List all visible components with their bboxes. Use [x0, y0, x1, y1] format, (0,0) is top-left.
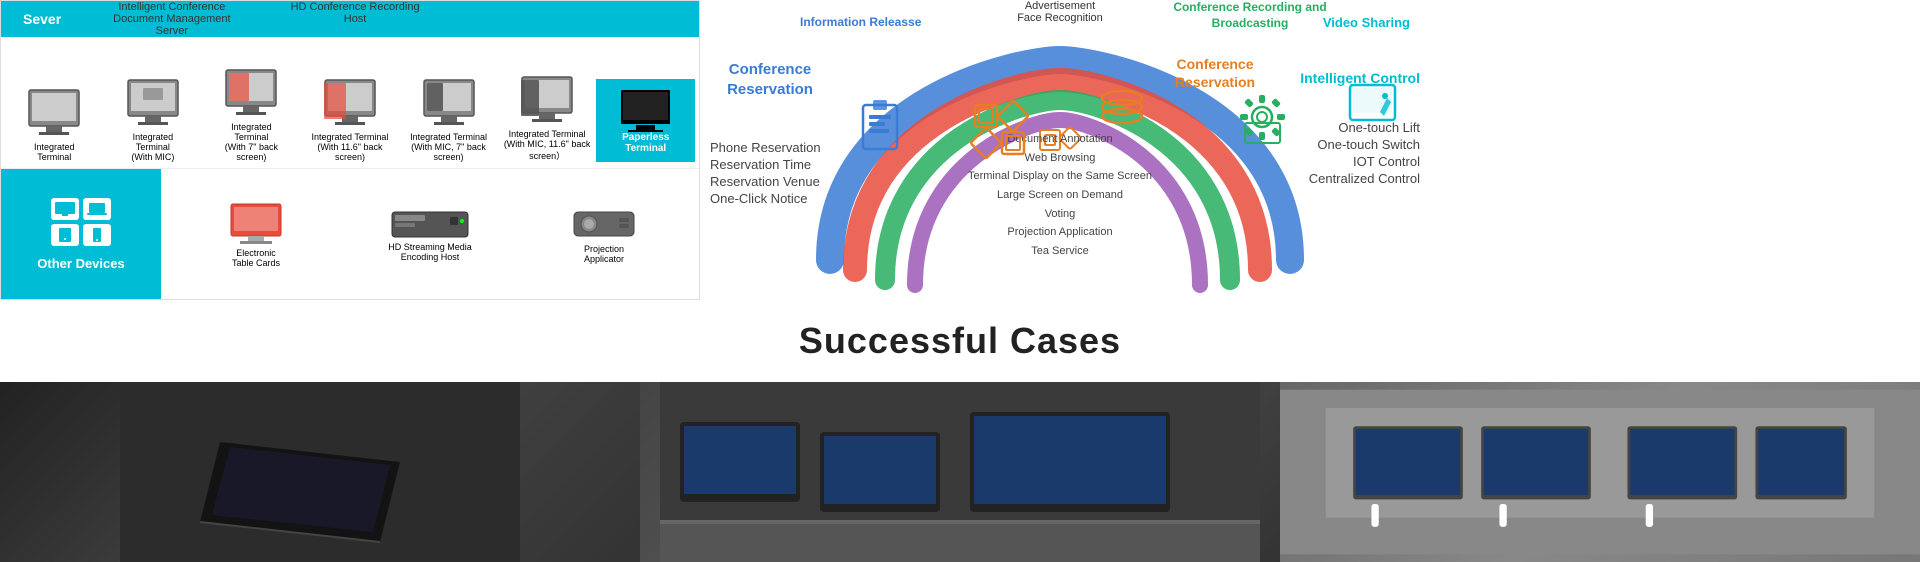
- cases-title: Successful Cases: [0, 320, 1920, 362]
- right-spacer: [1420, 0, 1920, 300]
- device-integrated-5: Integrated Terminal (With MIC, 7" back s…: [399, 78, 498, 162]
- advert-label: Advertisement Face Recognition: [980, 0, 1140, 24]
- video-sharing-label: Video Sharing: [1323, 15, 1410, 30]
- top-section: Sever Intelligent Conference Document Ma…: [0, 0, 1920, 300]
- icon-laptop: [83, 198, 111, 220]
- device-projector: Projection Applicator: [554, 204, 654, 264]
- conf-reservation-left: Conference Reservation: [700, 60, 840, 99]
- server-row: Sever Intelligent Conference Document Ma…: [1, 1, 699, 37]
- icon-reservation-left: [855, 100, 905, 165]
- bottom-devices: Electronic Table Cards HD Streaming Medi…: [161, 169, 699, 299]
- icon-monitor: [51, 198, 79, 220]
- icon-gear: [1235, 90, 1290, 150]
- device-integrated-4: Integrated Terminal (With 11.6" back scr…: [301, 78, 400, 162]
- device-encoding: HD Streaming Media Encoding Host: [380, 207, 480, 262]
- case-image-2: [640, 382, 1280, 562]
- server-item-2: HD Conference Recording Host: [291, 1, 420, 37]
- case-image-1: [0, 382, 640, 562]
- icon-phone: [83, 224, 111, 246]
- device-integrated-3: Integrated Terminal (With 7" back screen…: [202, 68, 301, 162]
- case-image-3: [1280, 382, 1920, 562]
- left-panel: Sever Intelligent Conference Document Ma…: [0, 0, 700, 300]
- device-integrated-2: Integrated Terminal (With MIC): [104, 78, 203, 162]
- paperless-terminal: Paperless Terminal: [596, 79, 695, 162]
- middle-section: Conference Reservation Information Relea…: [700, 0, 1420, 300]
- other-devices-box: Other Devices: [1, 169, 161, 299]
- cases-images: [0, 382, 1920, 562]
- icon-layers: [1095, 80, 1150, 140]
- cases-section: Successful Cases: [0, 300, 1920, 372]
- recording-label: Conference Recording and Broadcasting: [1160, 0, 1340, 31]
- info-release-label: Information Releasse: [800, 15, 921, 29]
- integrated-row: Integrated Terminal Integrated Terminal …: [1, 37, 699, 169]
- server-label: Sever: [11, 7, 73, 31]
- device-integrated-6: Integrated Terminal (With MIC, 11.6" bac…: [498, 75, 597, 162]
- conf-reservation-right: ConferenceReservation: [1150, 55, 1280, 91]
- server-item-1: Intelligent Conference Document Manageme…: [113, 1, 230, 37]
- device-table-card: Electronic Table Cards: [206, 200, 306, 268]
- left-list: Phone Reservation Reservation Time Reser…: [710, 140, 821, 206]
- server-items: Intelligent Conference Document Manageme…: [113, 1, 419, 37]
- diagram-container: Conference Reservation Information Relea…: [700, 0, 1420, 300]
- device-integrated-1: Integrated Terminal: [5, 88, 104, 162]
- icon-diamonds: [970, 100, 1030, 165]
- icon-touch: [1345, 80, 1400, 140]
- icon-tablet: [51, 224, 79, 246]
- bottom-row: Other Devices Electronic Table Cards: [1, 169, 699, 299]
